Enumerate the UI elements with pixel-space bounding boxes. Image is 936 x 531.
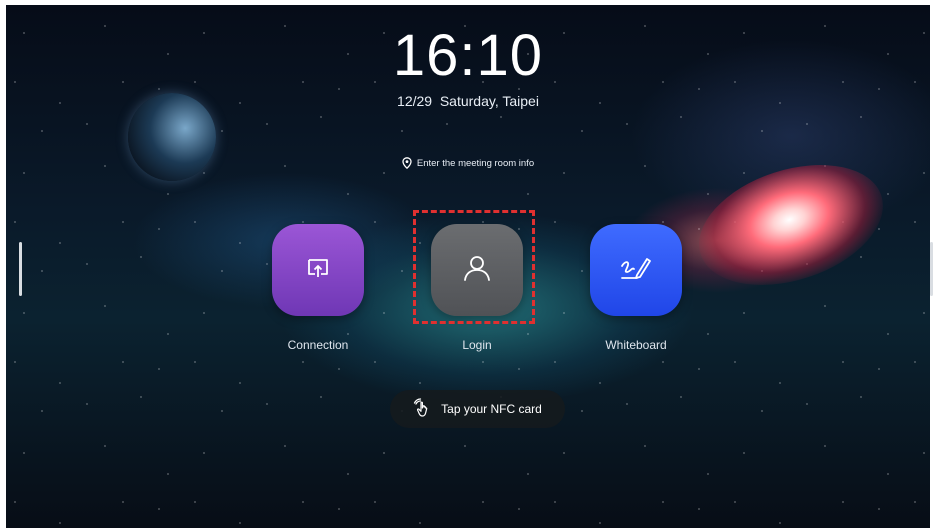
meeting-room-info-label: Enter the meeting room info <box>416 157 535 169</box>
meeting-room-info-link[interactable]: Enter the meeting room info <box>0 157 936 169</box>
pen-scribble-icon <box>619 253 653 288</box>
location-pin-icon <box>402 157 412 169</box>
clock-date: 12/29 Saturday, Taipei <box>397 93 539 109</box>
clock-time: 16:10 <box>392 23 544 88</box>
login-label: Login <box>462 338 492 352</box>
nfc-card-prompt[interactable]: Tap your NFC card <box>390 390 565 428</box>
connection-label: Connection <box>287 338 349 352</box>
nfc-card-label: Tap your NFC card <box>441 402 542 416</box>
screen-share-icon <box>305 255 331 286</box>
whiteboard-label: Whiteboard <box>605 338 667 352</box>
right-side-handle[interactable] <box>930 242 933 296</box>
app-connection[interactable]: Connection <box>272 224 364 352</box>
connection-tile[interactable] <box>272 224 364 316</box>
left-side-handle[interactable] <box>19 242 22 296</box>
app-whiteboard[interactable]: Whiteboard <box>590 224 682 352</box>
whiteboard-tile[interactable] <box>590 224 682 316</box>
nfc-tap-icon <box>413 397 433 421</box>
login-highlight-box <box>413 210 535 324</box>
